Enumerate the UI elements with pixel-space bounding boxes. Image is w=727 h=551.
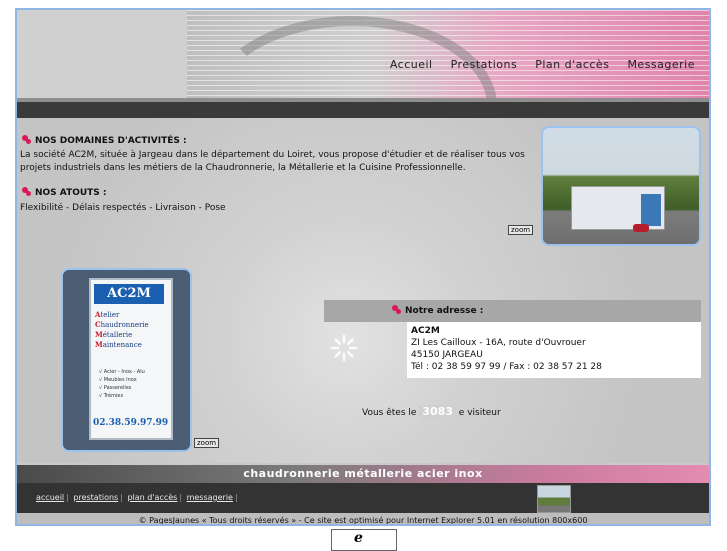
zoom-button-sign[interactable]: zoom xyxy=(194,438,220,448)
footer-nav: accueil | prestations | plan d'accès | mess… xyxy=(17,483,709,513)
domaines-line-1: La société AC2M, située à Jargeau dans l… xyxy=(20,150,525,160)
footer-link-prestations[interactable]: prestations xyxy=(73,493,118,502)
car-shape xyxy=(633,224,649,232)
visitor-counter: Vous êtes le 3083 e visiteur xyxy=(362,405,501,418)
atouts-text: Flexibilité - Délais respectés - Livrais… xyxy=(20,203,226,213)
building-photo[interactable] xyxy=(541,126,701,246)
address-title: Notre adresse : xyxy=(405,306,484,316)
header-dark-bar xyxy=(17,102,709,118)
loading-spinner-icon xyxy=(330,334,358,362)
address-box: AC2M ZI Les Cailloux - 16A, route d'Ouvr… xyxy=(407,322,701,378)
footer-link-messagerie[interactable]: messagerie xyxy=(187,493,233,502)
sign-bullets: √ Acier - Inox - Alu √ Meubles Inox √ Pa… xyxy=(99,369,145,399)
address-name: AC2M xyxy=(411,326,440,336)
header: Accueil Prestations Plan d'accès Message… xyxy=(17,10,709,196)
page-frame: Accueil Prestations Plan d'accès Message… xyxy=(15,8,711,526)
visitor-count: 3083 xyxy=(419,405,456,418)
header-left-panel xyxy=(17,10,187,102)
address-street: ZI Les Cailloux - 16A, route d'Ouvrouer xyxy=(411,338,586,348)
nav-prestations[interactable]: Prestations xyxy=(451,58,518,71)
domaines-heading: NOS DOMAINES D'ACTIVITÉS : xyxy=(22,135,187,146)
copyright-text: © PagesJaunes « Tous droits réservés » -… xyxy=(17,513,709,524)
bullet-icon xyxy=(22,187,31,196)
sign-photo[interactable]: AC2M Atelier Chaudronnerie Métallerie Ma… xyxy=(61,268,192,452)
tagline-bar: chaudronnerie métallerie acier inox xyxy=(17,465,709,483)
footer-links: accueil | prestations | plan d'accès | mess… xyxy=(36,493,238,502)
footer-link-accueil[interactable]: accueil xyxy=(36,493,64,502)
domaines-line-2: projets industriels dans les métiers de … xyxy=(20,163,466,173)
footer-link-plan-acces[interactable]: plan d'accès xyxy=(127,493,177,502)
main-nav: Accueil Prestations Plan d'accès Message… xyxy=(390,58,695,71)
sign-lines: Atelier Chaudronnerie Métallerie Mainten… xyxy=(95,310,149,349)
bullet-icon xyxy=(22,135,31,144)
address-phone: Tél : 02 38 59 97 99 / Fax : 02 38 57 21… xyxy=(411,362,602,372)
nav-accueil[interactable]: Accueil xyxy=(390,58,433,71)
sign-phone: 02.38.59.97.99 xyxy=(93,418,169,428)
footer-thumbnail[interactable] xyxy=(537,485,571,513)
nav-messagerie[interactable]: Messagerie xyxy=(627,58,695,71)
zoom-button-building[interactable]: zoom xyxy=(508,225,534,235)
domaines-text: La société AC2M, située à Jargeau dans l… xyxy=(20,149,525,175)
atouts-heading: NOS ATOUTS : xyxy=(22,187,107,198)
address-city: 45150 JARGEAU xyxy=(411,350,483,360)
bullet-icon xyxy=(392,305,401,314)
atouts-title: NOS ATOUTS : xyxy=(35,188,107,198)
domaines-title: NOS DOMAINES D'ACTIVITÉS : xyxy=(35,136,187,146)
address-header: Notre adresse : xyxy=(324,300,701,322)
sign-logo: AC2M xyxy=(94,284,164,304)
building-door xyxy=(641,194,661,226)
nav-plan-acces[interactable]: Plan d'accès xyxy=(535,58,609,71)
company-sign: AC2M Atelier Chaudronnerie Métallerie Ma… xyxy=(89,278,173,440)
browser-badge-icon[interactable]: e xyxy=(331,529,397,551)
